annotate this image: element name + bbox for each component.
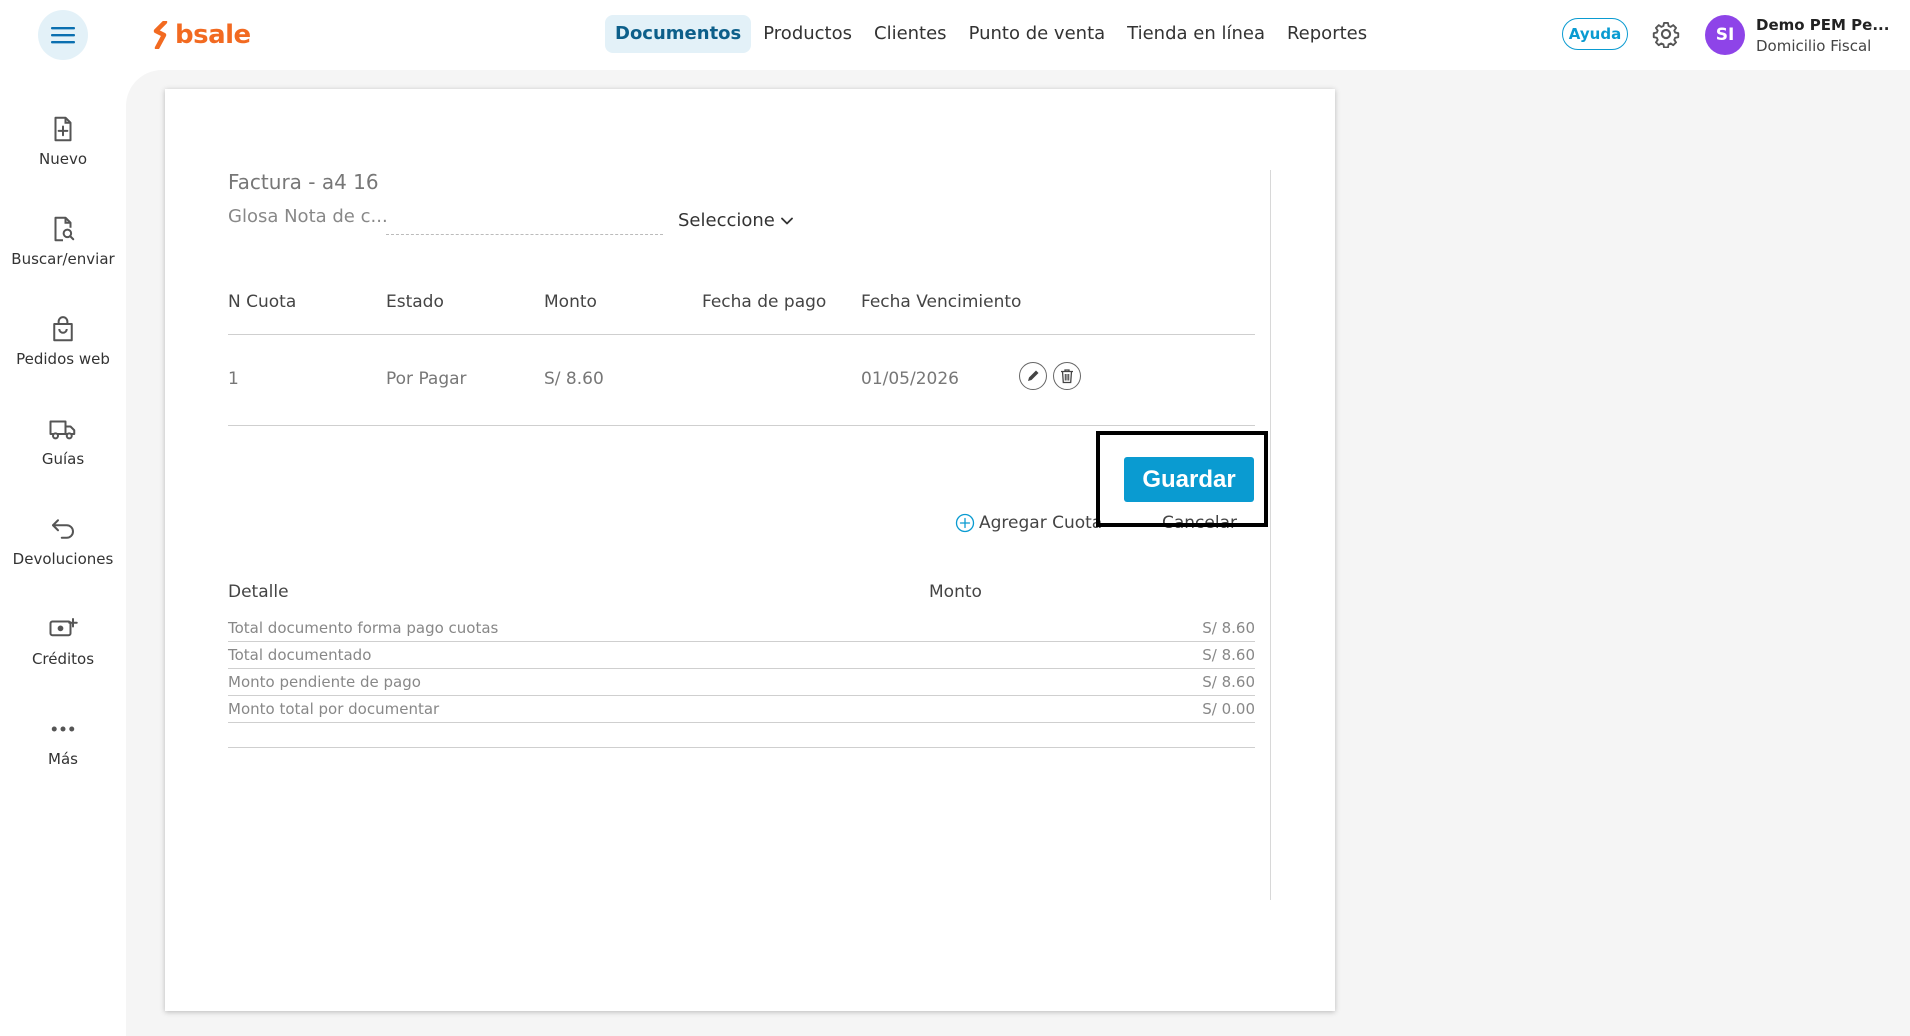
page-title: Factura - a4 16 — [228, 170, 379, 194]
detail-label: Total documento forma pago cuotas — [228, 619, 499, 637]
sidebar-item-label: Devoluciones — [12, 550, 114, 568]
detail-value: S/ 8.60 — [1202, 646, 1255, 664]
payment-select-value: Seleccione — [678, 210, 775, 231]
file-search-icon — [54, 216, 75, 242]
hamburger-menu-button[interactable] — [38, 10, 88, 60]
bsale-logo-icon — [153, 21, 168, 49]
detail-row: Total documento forma pago cuotas S/ 8.6… — [228, 615, 1255, 642]
payment-select[interactable]: Seleccione — [678, 210, 793, 231]
sidebar-item-label: Más — [48, 750, 78, 768]
trash-icon — [1061, 369, 1073, 384]
hamburger-icon — [51, 27, 75, 44]
save-button[interactable]: Guardar — [1124, 457, 1254, 502]
column-header: N Cuota — [228, 292, 297, 312]
detail-value: S/ 8.60 — [1202, 673, 1255, 691]
column-header: Fecha de pago — [702, 292, 827, 312]
sidebar-item-devoluciones[interactable]: Devoluciones — [0, 514, 126, 568]
detail-label: Monto total por documentar — [228, 700, 440, 718]
sidebar-item-label: Pedidos web — [16, 350, 110, 368]
detail-amount-header: Monto — [929, 582, 982, 602]
sidebar-item-label: Guías — [41, 450, 85, 468]
detail-divider — [228, 747, 1255, 748]
column-header: Monto — [544, 292, 597, 312]
column-header: Estado — [386, 292, 444, 312]
detail-label: Monto pendiente de pago — [228, 673, 421, 691]
detail-row: Monto total por documentar S/ 0.00 — [228, 696, 1255, 723]
nav-productos[interactable]: Productos — [753, 15, 862, 53]
cash-plus-icon — [49, 618, 78, 637]
detail-row: Monto pendiente de pago S/ 8.60 — [228, 669, 1255, 696]
nav-documentos[interactable]: Documentos — [605, 15, 752, 53]
chevron-down-icon — [780, 217, 793, 224]
column-header: Fecha Vencimiento — [861, 292, 1022, 312]
nav-tienda-en-linea[interactable]: Tienda en línea — [1117, 15, 1275, 53]
detail-header: Detalle — [228, 582, 289, 602]
return-arrow-icon — [52, 519, 74, 539]
avatar[interactable]: SI — [1705, 15, 1745, 55]
detail-value: S/ 8.60 — [1202, 619, 1255, 637]
sidebar-item-buscar-enviar[interactable]: Buscar/enviar — [0, 214, 126, 268]
glosa-label: Glosa Nota de c... — [228, 206, 388, 227]
edit-button[interactable] — [1019, 362, 1047, 390]
sidebar-item-creditos[interactable]: Créditos — [0, 614, 126, 668]
sidebar-item-nuevo[interactable]: Nuevo — [0, 114, 126, 168]
sidebar-item-label: Nuevo — [38, 150, 87, 168]
user-location: Domicilio Fiscal — [1756, 37, 1872, 55]
nav-clientes[interactable]: Clientes — [864, 15, 957, 53]
cell-vencimiento: 01/05/2026 — [861, 369, 959, 389]
cell-estado: Por Pagar — [386, 369, 467, 389]
shopping-bag-icon — [53, 316, 73, 342]
main-nav: Documentos Productos Clientes Punto de v… — [605, 15, 1377, 53]
more-dots-icon — [51, 726, 75, 732]
detail-row: Total documentado S/ 8.60 — [228, 642, 1255, 669]
user-name[interactable]: Demo PEM Pe... — [1756, 16, 1889, 34]
file-plus-icon — [54, 116, 72, 142]
delete-button[interactable] — [1053, 362, 1081, 390]
cell-n-cuota: 1 — [228, 369, 239, 389]
plus-circle-icon — [955, 513, 975, 533]
add-cuota-button[interactable]: Agregar Cuota — [955, 513, 1102, 533]
brand-name: bsale — [175, 20, 251, 50]
table-divider — [228, 425, 1255, 426]
top-bar: bsale Documentos Productos Clientes Punt… — [0, 0, 1910, 70]
glosa-input[interactable] — [386, 204, 663, 235]
brand-logo[interactable]: bsale — [153, 18, 251, 52]
nav-reportes[interactable]: Reportes — [1277, 15, 1377, 53]
add-cuota-label: Agregar Cuota — [979, 513, 1103, 533]
sidebar-item-guias[interactable]: Guías — [0, 414, 126, 468]
nav-punto-de-venta[interactable]: Punto de venta — [959, 15, 1116, 53]
help-button[interactable]: Ayuda — [1562, 18, 1628, 50]
sidebar-item-label: Créditos — [31, 650, 95, 668]
table-divider — [228, 334, 1255, 335]
gear-icon[interactable] — [1652, 20, 1680, 48]
sidebar-item-pedidos-web[interactable]: Pedidos web — [0, 314, 126, 368]
divider — [1270, 170, 1271, 900]
sidebar-item-label: Buscar/enviar — [11, 250, 115, 268]
sidebar-item-mas[interactable]: Más — [0, 714, 126, 768]
cell-monto: S/ 8.60 — [544, 369, 604, 389]
detail-value: S/ 0.00 — [1202, 700, 1255, 718]
detail-label: Total documentado — [228, 646, 372, 664]
pencil-icon — [1028, 370, 1039, 381]
truck-icon — [49, 420, 76, 440]
